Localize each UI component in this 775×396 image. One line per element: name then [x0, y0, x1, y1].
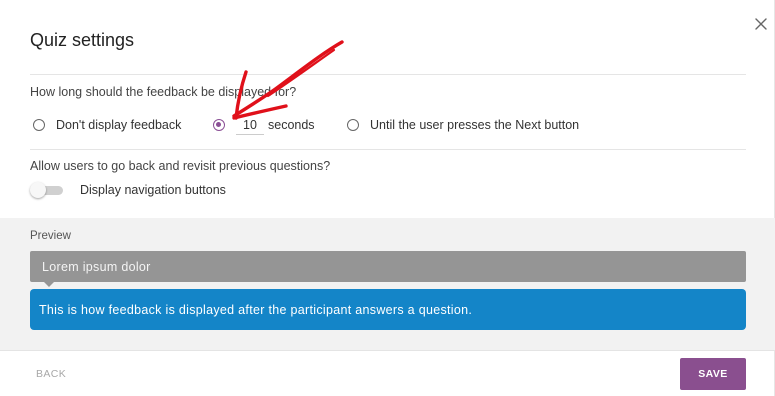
preview-title-box: Lorem ipsum dolor — [30, 251, 746, 282]
back-button[interactable]: BACK — [36, 368, 66, 380]
navigation-toggle-row: Display navigation buttons — [30, 181, 226, 199]
red-arrow-annotation-icon — [232, 40, 344, 120]
feedback-duration-options: Don't display feedback seconds Until the… — [30, 115, 746, 135]
seconds-label: seconds — [268, 118, 315, 132]
close-icon[interactable] — [752, 15, 770, 33]
radio-option-seconds[interactable]: seconds — [213, 115, 315, 135]
radio-option-no-feedback[interactable]: Don't display feedback — [33, 115, 181, 135]
navigation-toggle[interactable] — [30, 181, 64, 199]
quiz-settings-dialog: Quiz settings How long should the feedba… — [0, 0, 775, 396]
save-button[interactable]: SAVE — [680, 358, 746, 390]
radio-checked-icon[interactable] — [213, 119, 225, 131]
radio-unchecked-icon[interactable] — [33, 119, 45, 131]
divider — [30, 149, 746, 150]
feedback-duration-question: How long should the feedback be displaye… — [30, 85, 297, 99]
radio-option-until-next[interactable]: Until the user presses the Next button — [347, 115, 579, 135]
preview-label: Preview — [30, 230, 71, 242]
preview-panel: Preview Lorem ipsum dolor This is how fe… — [0, 218, 775, 350]
preview-feedback-text: This is how feedback is displayed after … — [39, 302, 473, 317]
preview-feedback-box: This is how feedback is displayed after … — [30, 289, 746, 330]
radio-label: Don't display feedback — [56, 118, 182, 132]
toggle-knob — [30, 182, 46, 198]
footer-divider — [0, 350, 775, 351]
radio-label: Until the user presses the Next button — [370, 118, 580, 132]
dialog-title: Quiz settings — [30, 30, 135, 50]
radio-unchecked-icon[interactable] — [347, 119, 359, 131]
preview-title-text: Lorem ipsum dolor — [42, 259, 151, 274]
seconds-input[interactable] — [236, 115, 264, 135]
navigation-question: Allow users to go back and revisit previ… — [30, 159, 331, 173]
divider — [30, 74, 746, 75]
toggle-label: Display navigation buttons — [80, 183, 226, 197]
preview-tip-icon — [44, 282, 54, 287]
